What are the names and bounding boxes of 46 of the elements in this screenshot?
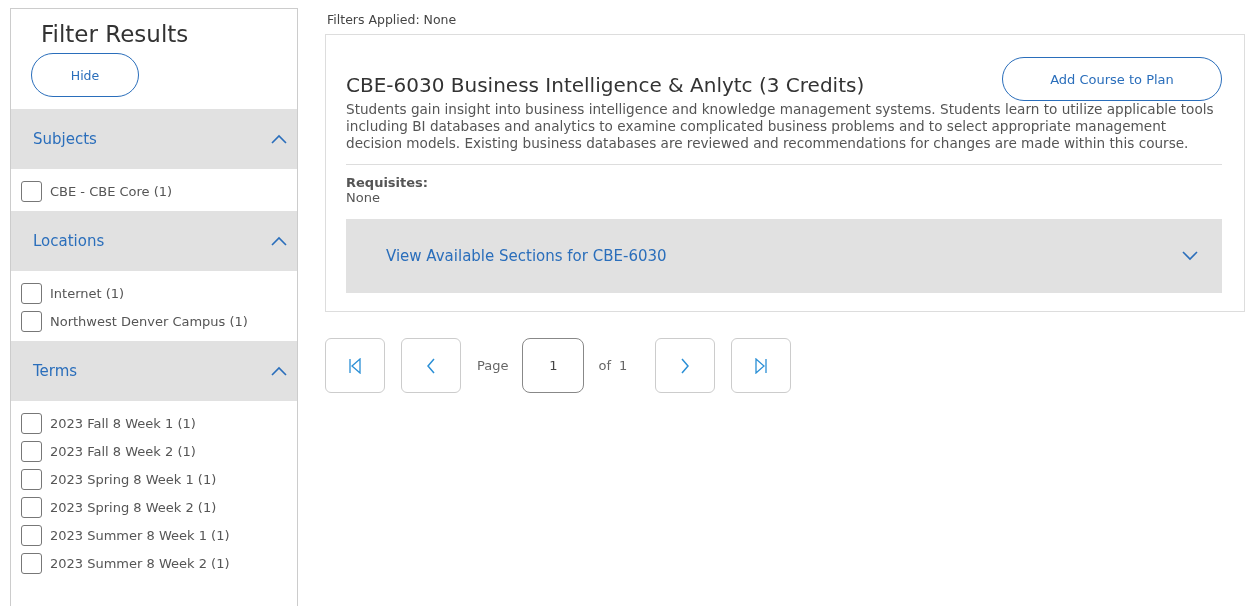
sections-toggle[interactable]: View Available Sections for CBE-6030 bbox=[346, 219, 1222, 293]
filter-option-label: Northwest Denver Campus (1) bbox=[50, 313, 248, 329]
sections-toggle-label: View Available Sections for CBE-6030 bbox=[386, 247, 667, 265]
filter-option-label: CBE - CBE Core (1) bbox=[50, 183, 173, 199]
checkbox[interactable] bbox=[21, 524, 42, 546]
panel-title: Filter Results bbox=[41, 21, 190, 47]
filter-option-label: 2023 Summer 8 Week 1 (1) bbox=[50, 527, 230, 543]
of-label: of bbox=[598, 358, 611, 373]
checkbox[interactable] bbox=[21, 282, 42, 304]
filters-applied-text: Filters Applied: None bbox=[327, 12, 458, 29]
filter-option-label: 2023 Fall 8 Week 2 (1) bbox=[50, 443, 196, 459]
section-title: Subjects bbox=[33, 130, 97, 148]
filter-option-label: 2023 Spring 8 Week 2 (1) bbox=[50, 499, 217, 515]
section-title: Locations bbox=[33, 232, 105, 250]
total-pages: 1 bbox=[619, 358, 628, 373]
section-header[interactable]: Subjects bbox=[11, 109, 297, 169]
checkbox[interactable] bbox=[21, 412, 42, 434]
course-description: Students gain insight into business intelligence and knowledge management systems. Students learn to utilize applicable tools including BI databases and analytics to examine complicated business problems and to select appropriate management decision models. Existing business databases are reviewed and recommendations for changes are made within this course. bbox=[346, 101, 1215, 152]
chevron-up-icon bbox=[271, 236, 287, 246]
requisites-value: None bbox=[346, 190, 381, 205]
course-title: CBE-6030 Business Intelligence & Anlytc (3 Credits) bbox=[346, 73, 865, 97]
filter-option-label: 2023 Fall 8 Week 1 (1) bbox=[50, 415, 196, 431]
add-course-button[interactable]: Add Course to Plan bbox=[1002, 57, 1222, 101]
checkbox[interactable] bbox=[21, 468, 42, 490]
chevron-down-icon bbox=[1182, 251, 1198, 261]
hide-button[interactable]: Hide bbox=[31, 53, 139, 97]
section-title: Terms bbox=[33, 362, 78, 380]
filter-option-label: 2023 Spring 8 Week 1 (1) bbox=[50, 471, 217, 487]
chevron-right-icon bbox=[680, 357, 691, 374]
page-label: Page bbox=[477, 358, 509, 373]
first-page-icon bbox=[348, 357, 362, 374]
chevron-up-icon bbox=[271, 134, 287, 144]
filter-option-label: 2023 Summer 8 Week 2 (1) bbox=[50, 555, 230, 571]
checkbox[interactable] bbox=[21, 440, 42, 462]
section-header[interactable]: Locations bbox=[11, 211, 297, 271]
checkbox[interactable] bbox=[21, 552, 42, 574]
requisites-label: Requisites: bbox=[346, 175, 429, 190]
chevron-left-icon bbox=[426, 357, 436, 374]
checkbox[interactable] bbox=[21, 496, 42, 518]
checkbox[interactable] bbox=[21, 180, 42, 202]
chevron-up-icon bbox=[271, 366, 287, 376]
page-number-field[interactable]: 1 bbox=[522, 338, 585, 393]
last-page-icon bbox=[754, 357, 769, 374]
section-header[interactable]: Terms bbox=[11, 341, 297, 401]
filter-option-label: Internet (1) bbox=[50, 285, 125, 301]
checkbox[interactable] bbox=[21, 310, 42, 332]
